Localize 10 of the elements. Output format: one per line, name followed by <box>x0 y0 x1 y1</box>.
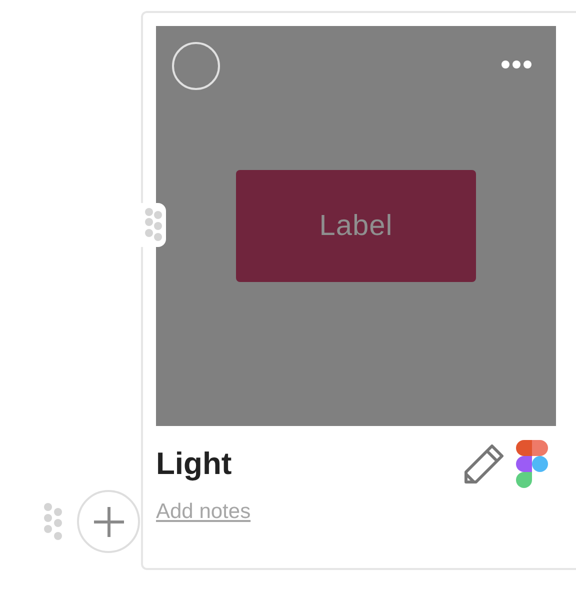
card-title: Light <box>156 446 232 482</box>
more-icon <box>501 60 532 69</box>
logo-icon[interactable] <box>516 440 548 488</box>
more-button[interactable] <box>501 60 532 69</box>
add-notes-link[interactable]: Add notes <box>156 500 251 524</box>
plus-icon <box>92 506 124 538</box>
drag-handle-icon[interactable] <box>43 502 63 542</box>
select-checkbox[interactable] <box>172 42 220 90</box>
pencil-icon[interactable] <box>464 444 504 484</box>
label-button[interactable]: Label <box>236 170 476 282</box>
